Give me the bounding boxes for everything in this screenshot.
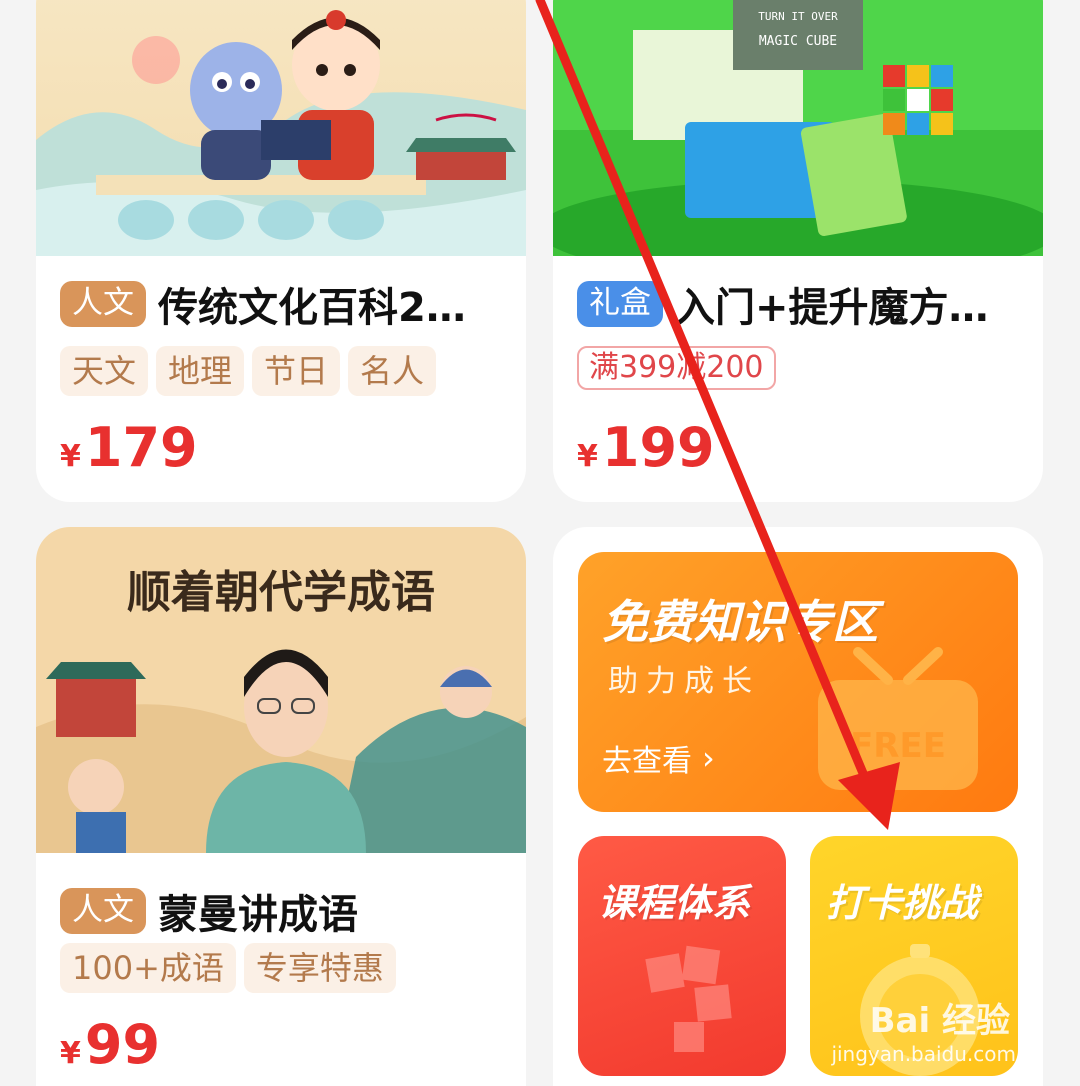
free-zone-title: 免费知识专区 <box>602 595 878 649</box>
card-title-row: 人文 传统文化百科2… <box>60 275 502 333</box>
watermark-url: jingyan.baidu.com <box>831 1042 1016 1066</box>
price-value: 99 <box>84 1013 161 1076</box>
image-calligraphy-title: 顺着朝代学成语 <box>127 567 435 618</box>
category-badge: 人文 <box>60 888 146 934</box>
promo-list: 满399减200 <box>577 346 1019 390</box>
tag: 名人 <box>348 346 437 396</box>
tag-list: 100+成语 专享特惠 <box>60 943 502 993</box>
product-card-magic-cube[interactable]: TURN IT OVER MAGIC CUBE 礼盒 入门+提升魔方… 满399… <box>553 0 1043 502</box>
free-zone-link[interactable]: 去查看 › <box>602 736 715 780</box>
category-badge: 礼盒 <box>577 281 663 327</box>
price-value: 179 <box>84 416 198 479</box>
tag: 100+成语 <box>60 943 236 993</box>
tag: 节日 <box>252 346 341 396</box>
product-title[interactable]: 传统文化百科2… <box>158 275 502 333</box>
price: ¥199 <box>577 416 715 479</box>
product-title[interactable]: 蒙曼讲成语 <box>158 882 502 940</box>
product-title[interactable]: 入门+提升魔方… <box>675 275 1019 333</box>
watermark-logo: Bai 经验 <box>869 1001 1010 1041</box>
product-image-idioms: 顺着朝代学成语 <box>36 527 526 853</box>
category-badge: 人文 <box>60 281 146 327</box>
currency-symbol: ¥ <box>60 1036 81 1071</box>
chevron-right-icon: › <box>702 739 715 777</box>
price: ¥179 <box>60 416 198 479</box>
product-image-culture <box>36 0 526 256</box>
product-card-idioms[interactable]: 顺着朝代学成语 人文 蒙曼讲成语 100+成语 专享特惠 ¥99 <box>36 527 526 1086</box>
tag: 天文 <box>60 346 149 396</box>
question-mark-icon <box>645 945 732 1052</box>
card-title-row: 人文 蒙曼讲成语 <box>60 882 502 940</box>
tag: 地理 <box>156 346 245 396</box>
card-title-row: 礼盒 入门+提升魔方… <box>577 275 1019 333</box>
promo-tag: 满399减200 <box>577 346 776 390</box>
free-zone-subtitle: 助力成长 <box>608 664 760 699</box>
tag: 专享特惠 <box>243 943 396 993</box>
course-system-tile[interactable]: 课程体系 <box>578 836 786 1076</box>
tag-list: 天文 地理 节日 名人 <box>60 346 502 396</box>
checkin-challenge-tile[interactable]: 打卡挑战 Bai 经验 jingyan.baidu.com <box>810 836 1018 1076</box>
cube-box-text: MAGIC CUBE <box>759 34 837 49</box>
free-zone-tile[interactable]: FREE 免费知识专区 助力成长 去查看 › <box>578 552 1018 812</box>
svg-text:FREE: FREE <box>850 726 946 766</box>
price-value: 199 <box>601 416 715 479</box>
free-zone-link-label: 去查看 <box>602 744 692 779</box>
product-card-culture[interactable]: 人文 传统文化百科2… 天文 地理 节日 名人 ¥179 <box>36 0 526 502</box>
product-image-magic-cube: TURN IT OVER MAGIC CUBE <box>553 0 1043 256</box>
cube-box-text: TURN IT OVER <box>758 10 838 23</box>
currency-symbol: ¥ <box>60 439 81 474</box>
currency-symbol: ¥ <box>577 439 598 474</box>
price: ¥99 <box>60 1013 160 1076</box>
